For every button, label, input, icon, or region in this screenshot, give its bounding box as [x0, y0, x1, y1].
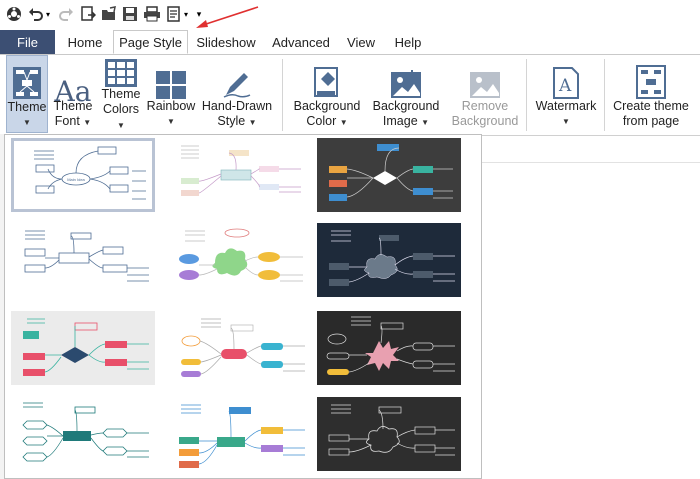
- canvas-area: [482, 134, 700, 163]
- rainbow-dropdown-icon: ▼: [167, 117, 175, 126]
- theme-colors-dropdown-icon: ▼: [117, 121, 125, 130]
- theme-thumbnail-1[interactable]: Main Idea: [11, 138, 155, 212]
- undo-dropdown-icon[interactable]: ▾: [44, 4, 52, 24]
- watermark-icon: A: [553, 59, 579, 99]
- theme-thumbnail-9[interactable]: [317, 311, 461, 385]
- background-image-label-2: Image: [382, 114, 418, 128]
- ribbon: Theme ▼ Aa Theme Font ▼ Theme Colors ▼ R…: [0, 55, 700, 136]
- background-color-label-2: Color: [306, 114, 337, 128]
- theme-colors-label-2: Colors: [102, 102, 140, 116]
- font-icon: Aa: [54, 75, 92, 108]
- background-color-dropdown-icon: ▼: [339, 118, 348, 127]
- theme-colors-button[interactable]: Theme Colors ▼: [98, 55, 144, 133]
- background-image-dropdown-icon: ▼: [421, 118, 430, 127]
- theme-colors-label-1: Theme: [101, 87, 141, 101]
- theme-font-label-1: Theme: [53, 99, 93, 113]
- theme-font-dropdown-icon: ▼: [83, 118, 92, 127]
- rainbow-icon: [156, 59, 186, 99]
- watermark-dropdown-icon: ▼: [562, 117, 570, 126]
- rainbow-label: Rainbow: [146, 99, 196, 113]
- watermark-label: Watermark: [535, 99, 597, 113]
- remove-background-label-1: Remove: [461, 99, 509, 113]
- watermark-button[interactable]: A Watermark ▼: [532, 55, 600, 133]
- theme-thumbnail-8[interactable]: [171, 311, 315, 385]
- app-logo-icon[interactable]: [6, 4, 22, 24]
- theme-font-button[interactable]: Aa Theme Font ▼: [50, 55, 96, 133]
- pen-icon: [222, 59, 252, 99]
- theme-thumbnail-11[interactable]: [171, 397, 315, 471]
- hand-drawn-label-2: Style: [217, 114, 246, 128]
- theme-thumbnail-10[interactable]: [11, 397, 155, 471]
- ribbon-separator-2: [526, 59, 527, 131]
- remove-background-label-2: Background: [451, 114, 519, 128]
- tab-help[interactable]: Help: [388, 30, 428, 54]
- svg-text:Main Idea: Main Idea: [67, 177, 85, 182]
- save-icon[interactable]: [122, 4, 138, 24]
- create-theme-label-1: Create theme: [613, 99, 689, 113]
- theme-thumbnail-7[interactable]: [11, 311, 155, 385]
- print-icon[interactable]: [143, 4, 161, 24]
- theme-thumbnail-2[interactable]: [171, 138, 315, 212]
- export-icon[interactable]: [80, 4, 96, 24]
- ribbon-separator: [282, 59, 283, 131]
- theme-button[interactable]: Theme ▼: [6, 55, 48, 133]
- document-dropdown-icon[interactable]: ▾: [182, 4, 190, 24]
- tab-home[interactable]: Home: [62, 30, 108, 54]
- document-icon[interactable]: [166, 4, 182, 24]
- file-tab[interactable]: File: [0, 30, 55, 54]
- tab-view[interactable]: View: [343, 30, 379, 54]
- theme-font-label-2: Font: [54, 114, 80, 128]
- remove-background-button[interactable]: Remove Background: [448, 55, 522, 133]
- create-theme-button[interactable]: Create theme from page: [610, 55, 692, 133]
- quick-access-toolbar: ▾ ▾ ▾: [0, 0, 700, 30]
- theme-thumbnail-12[interactable]: [317, 397, 461, 471]
- remove-image-icon: [469, 59, 501, 99]
- theme-thumbnail-3[interactable]: [317, 138, 461, 212]
- image-icon: [390, 59, 422, 99]
- tab-page-style[interactable]: Page Style: [113, 30, 188, 54]
- hand-drawn-style-button[interactable]: Hand-Drawn Style ▼: [200, 55, 274, 133]
- rainbow-button[interactable]: Rainbow ▼: [146, 55, 196, 133]
- theme-gallery: Main Idea: [4, 134, 482, 479]
- background-color-label-1: Background: [293, 99, 361, 113]
- colors-icon: [105, 59, 137, 87]
- theme-thumbnail-5[interactable]: [171, 223, 315, 297]
- ribbon-separator-3: [604, 59, 605, 131]
- theme-thumbnail-6[interactable]: [317, 223, 461, 297]
- theme-icon: [12, 60, 42, 100]
- background-color-button[interactable]: Background Color ▼: [290, 55, 364, 133]
- background-image-button[interactable]: Background Image ▼: [368, 55, 444, 133]
- hand-drawn-label-1: Hand-Drawn: [201, 99, 273, 113]
- background-image-label-1: Background: [372, 99, 440, 113]
- theme-dropdown-icon: ▼: [23, 118, 31, 127]
- create-theme-label-2: from page: [622, 114, 680, 128]
- theme-thumbnail-4[interactable]: [11, 223, 155, 297]
- theme-label: Theme: [7, 100, 47, 114]
- paint-bucket-icon: [312, 59, 342, 99]
- open-icon[interactable]: [101, 4, 117, 24]
- tab-slideshow[interactable]: Slideshow: [193, 30, 259, 54]
- create-theme-icon: [636, 59, 666, 99]
- svg-text:A: A: [558, 76, 572, 96]
- menu-bar: File Home Page Style Slideshow Advanced …: [0, 30, 700, 55]
- undo-icon[interactable]: [28, 4, 44, 24]
- redo-icon[interactable]: [58, 4, 74, 24]
- tab-advanced[interactable]: Advanced: [268, 30, 334, 54]
- annotation-arrow: [196, 6, 259, 28]
- hand-drawn-dropdown-icon: ▼: [248, 118, 257, 127]
